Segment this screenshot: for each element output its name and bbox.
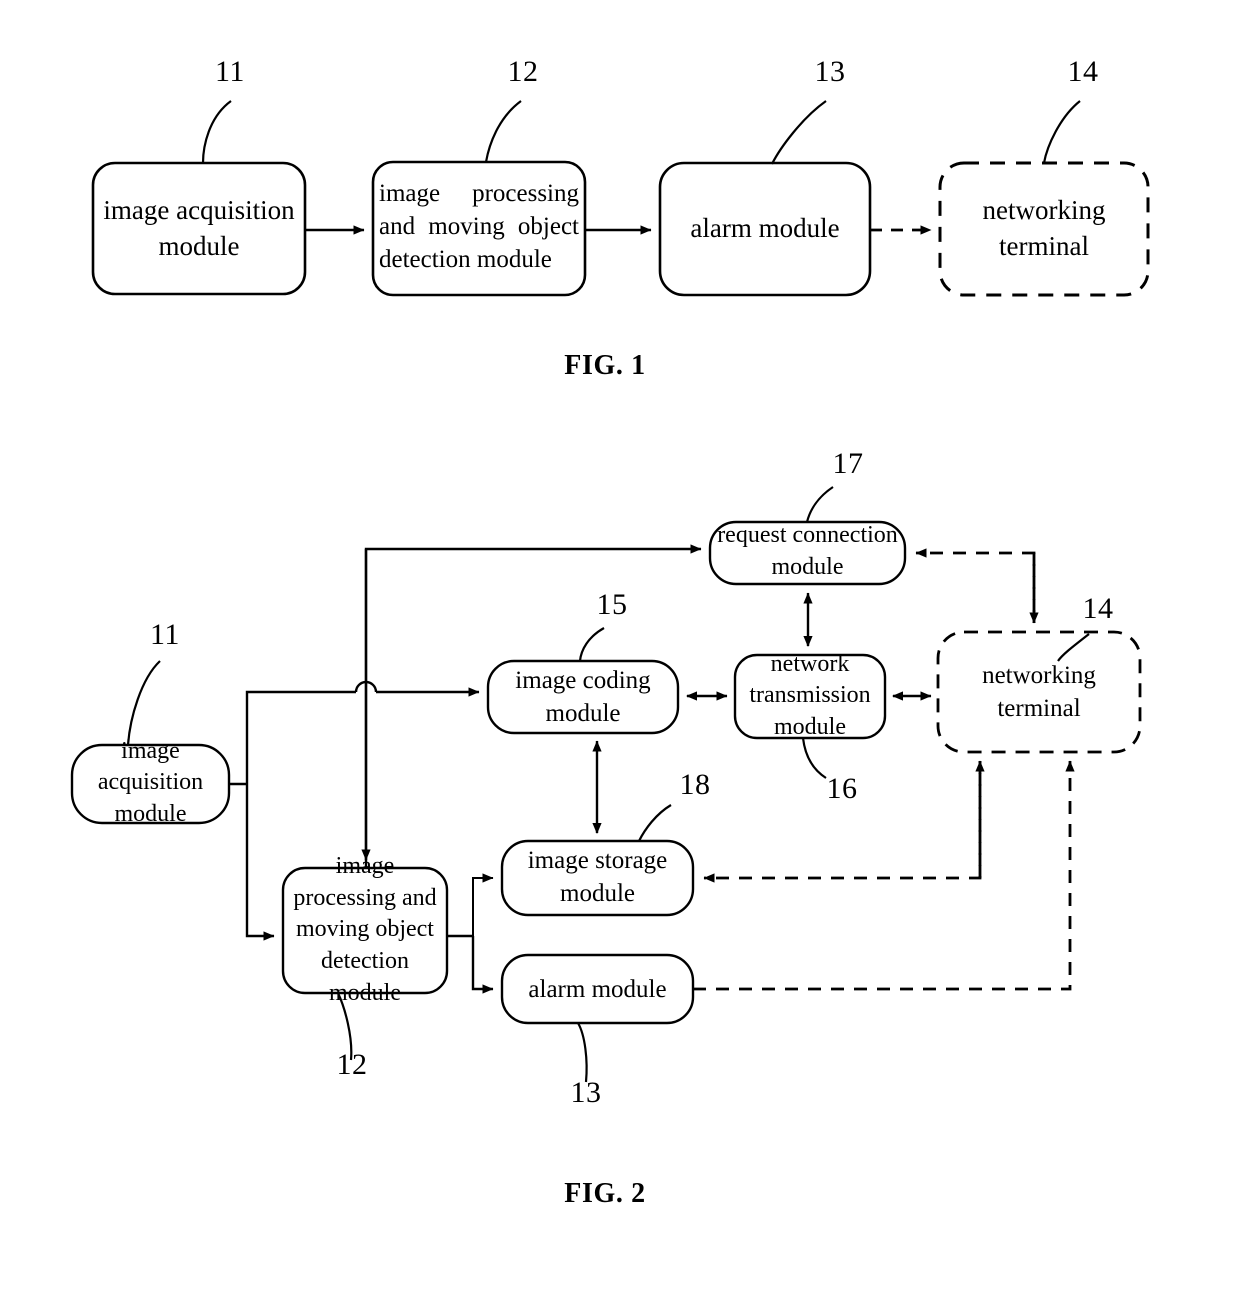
- fig2-ref-15: 15: [596, 588, 628, 621]
- fig2-label-line: alarm module: [528, 975, 667, 1003]
- fig2-ref-14: 14: [1082, 592, 1114, 625]
- fig2-box-request-connection-module: [708, 520, 907, 586]
- fig2-arrow-to-request-connection: [364, 544, 702, 868]
- fig2-arrow-acq-to-processing: [245, 784, 275, 941]
- fig1-leader-12: [484, 100, 522, 163]
- fig2-label-alarm-module: alarm module: [502, 955, 693, 1023]
- fig1-box-image-processing-module: [371, 160, 587, 297]
- fig2-label-line: acquisition: [97, 769, 204, 796]
- fig2-label-line: module: [545, 700, 621, 727]
- fig1-label-image-processing-module: image processing and moving object detec…: [373, 160, 585, 293]
- fig2-leader-16: [801, 737, 827, 779]
- fig2-arrow-processing-to-alarm: [471, 936, 494, 994]
- fig2-ref-18: 18: [679, 768, 711, 801]
- fig1-label-image-acquisition-module: image acquisition module: [93, 163, 305, 294]
- fig1-label-networking-terminal: networking terminal: [940, 163, 1148, 295]
- fig2-shapes: [70, 520, 1142, 1025]
- fig1-box-alarm-module: [658, 161, 872, 297]
- fig2-label-request-connection-module: request connection module: [708, 518, 907, 586]
- fig2-label-line: processing and: [293, 884, 437, 911]
- fig2-dashed-connectors: [693, 548, 1075, 991]
- fig2-label-line: module: [114, 800, 187, 827]
- fig1-label-line: alarm module: [690, 213, 840, 244]
- fig2-leader-lines: [126, 486, 1090, 1083]
- fig2-label-line: moving object: [296, 916, 434, 943]
- fig2-label-image-acquisition-module: image acquisition module: [72, 738, 229, 827]
- fig1-box-networking-terminal: [938, 161, 1150, 297]
- fig2-label-line: image: [335, 852, 395, 879]
- fig2-box-alarm-module: [500, 953, 695, 1025]
- fig2-arrow-processing-to-storage: [472, 873, 494, 936]
- fig1-caption: FIG. 1: [564, 350, 646, 381]
- fig1-ref-13: 13: [814, 55, 846, 88]
- fig2-leader-18: [638, 804, 672, 842]
- fig2-caption: FIG. 2: [564, 1178, 646, 1209]
- diagram-vector-layer: [70, 100, 1150, 1083]
- fig1-shapes: [91, 160, 1150, 297]
- fig1-label-alarm-module: alarm module: [660, 163, 870, 295]
- fig2-dashed-terminal-to-storage: [703, 761, 982, 883]
- fig2-ref-11: 11: [150, 618, 180, 651]
- fig2-label-image-coding-module: image coding module: [488, 661, 678, 733]
- fig2-label-line: network: [770, 650, 850, 677]
- fig2-solid-connectors: [229, 544, 932, 994]
- fig1-box-image-acquisition-module: [91, 161, 307, 296]
- fig2-label-line: image coding: [515, 667, 651, 694]
- fig2-leader-15: [578, 627, 605, 662]
- fig2-leader-12: [337, 992, 353, 1061]
- fig2-label-image-storage-module: image storage module: [502, 838, 693, 916]
- fig2-label-line: image storage: [527, 847, 668, 874]
- fig2-leader-14: [1057, 633, 1090, 662]
- fig2-box-image-processing-module: [281, 866, 449, 995]
- fig2-label-image-processing-module: image processing and moving object detec…: [278, 853, 452, 1006]
- fig2-label-line: networking: [982, 662, 1096, 689]
- fig1-leader-11: [201, 100, 232, 164]
- fig1-ref-14: 14: [1067, 55, 1099, 88]
- fig2-ref-17: 17: [832, 447, 864, 480]
- fig1-label-line: module: [158, 230, 240, 261]
- fig2-label-network-transmission-module: network transmission module: [728, 650, 892, 742]
- fig2-label-networking-terminal: networking terminal: [938, 632, 1140, 752]
- fig1-leader-14: [1042, 100, 1081, 164]
- fig2-label-line: request connection: [717, 522, 898, 549]
- fig2-box-image-acquisition-module: [70, 743, 231, 825]
- fig2-leader-13: [577, 1022, 588, 1083]
- patent-drawing-sheet: image acquisition module image processin…: [0, 0, 1240, 1290]
- fig1-label-line: networking: [982, 195, 1106, 226]
- fig2-label-line: module: [771, 554, 844, 580]
- fig2-label-line: image: [121, 737, 180, 764]
- fig2-ref-12: 12: [336, 1048, 368, 1081]
- fig2-ref-16: 16: [826, 772, 858, 805]
- fig2-box-image-coding-module: [486, 659, 680, 735]
- fig1-label-line: detection module: [379, 246, 552, 273]
- fig2-arrow-acq-to-coding: [245, 690, 356, 784]
- fig2-ref-13: 13: [570, 1076, 602, 1109]
- fig1-label-line: image acquisition: [103, 194, 295, 225]
- fig2-leader-17: [805, 486, 834, 523]
- fig2-label-line: detection: [321, 947, 409, 974]
- fig1-label-line: terminal: [999, 231, 1089, 261]
- fig2-dashed-alarm-to-terminal: [693, 760, 1075, 991]
- fig2-box-network-transmission-module: [733, 653, 887, 740]
- fig1-leader-lines: [201, 100, 1081, 165]
- fig2-box-networking-terminal: [936, 630, 1142, 754]
- fig2-box-image-storage-module: [500, 839, 695, 917]
- fig2-leader-11: [126, 660, 161, 746]
- fig1-label-line: image processing: [379, 180, 579, 207]
- fig1-leader-13: [771, 100, 827, 165]
- fig2-label-line: terminal: [997, 695, 1081, 722]
- fig2-label-line: module: [329, 979, 401, 1006]
- fig2-line-hop: [354, 680, 378, 693]
- fig2-label-line: module: [774, 713, 846, 740]
- fig2-dashed-terminal-to-request: [915, 548, 1036, 623]
- fig1-ref-12: 12: [507, 55, 539, 88]
- fig2-label-line: transmission: [749, 682, 871, 709]
- fig2-label-line: module: [560, 880, 635, 907]
- fig1-ref-11: 11: [215, 55, 245, 88]
- fig1-label-line: and moving object: [379, 213, 579, 240]
